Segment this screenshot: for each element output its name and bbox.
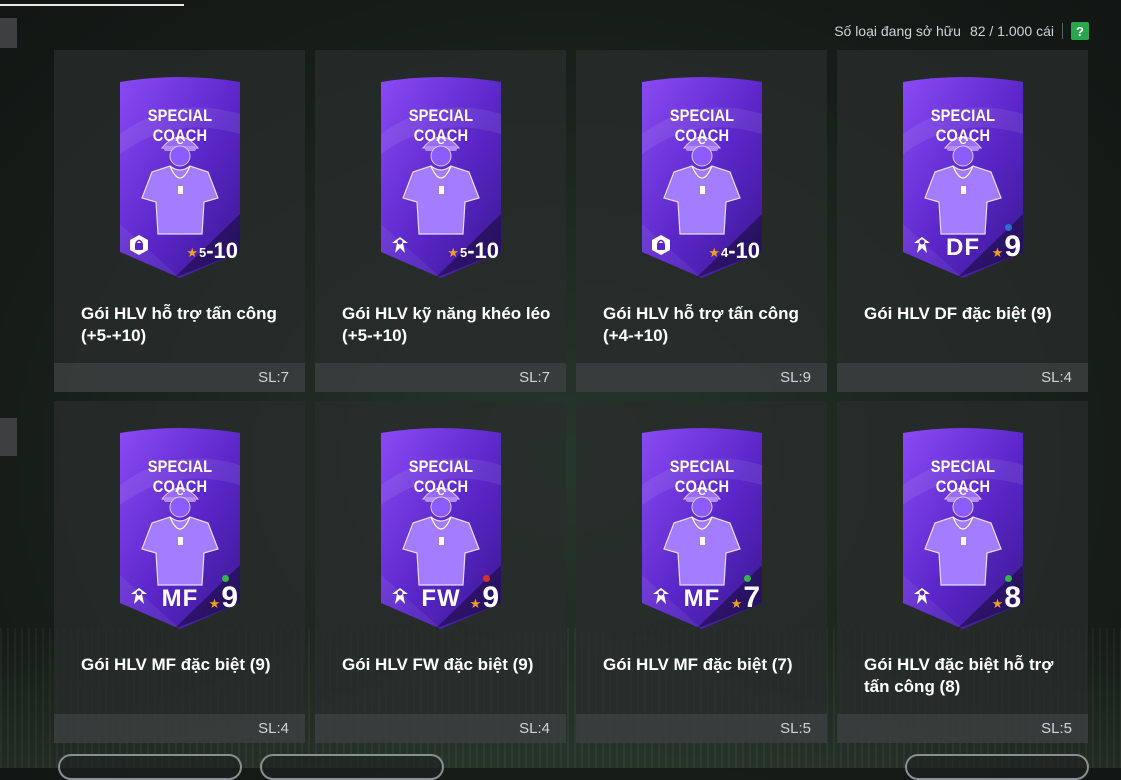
star-icon: ★ [208, 596, 221, 611]
pack-name: Gói HLV FW đặc biệt (9) [342, 655, 534, 674]
card-rating: ★ 7 [731, 583, 760, 613]
top-tab-indicator [0, 4, 184, 6]
rating-value: -10 [467, 238, 499, 263]
skill-badge-icon [128, 585, 150, 607]
card-letter: C [698, 136, 706, 147]
rating-value: 8 [1004, 581, 1021, 614]
pack-name: Gói HLV DF đặc biệt (9) [864, 304, 1052, 323]
coach-pack-tile-8[interactable]: SPECIAL COACH C ★ 8 Gói HLV đặc biệt hỗ … [837, 401, 1088, 743]
pack-name: Gói HLV đặc biệt hỗ trợ tấn công (8) [864, 655, 1054, 696]
card-letter: C [437, 136, 445, 147]
pack-quantity: SL:4 [258, 720, 289, 737]
owned-count: 82 / 1.000 cái [969, 23, 1054, 39]
rating-value: 7 [743, 581, 760, 614]
star-icon: ★ [730, 596, 743, 611]
pack-name: Gói HLV MF đặc biệt (7) [603, 655, 793, 674]
rating-min: 4 [720, 245, 729, 260]
card-letter: C [698, 487, 706, 498]
owned-label: Số loại đang sở hữu [834, 23, 961, 39]
card-rating: ★ 5 -10 [447, 240, 499, 262]
card-letter: C [959, 487, 967, 498]
skill-badge-icon [389, 234, 411, 256]
card-letter: C [176, 136, 184, 147]
divider [1062, 23, 1063, 39]
left-scroll-handle-middle[interactable] [0, 418, 17, 456]
coach-pack-tile-4[interactable]: SPECIAL COACH C DF ★ 9 Gói HLV DF đặc bi… [837, 50, 1088, 392]
coach-pack-tile-2[interactable]: SPECIAL COACH C ★ 5 -10 Gói HLV kỹ năng … [315, 50, 566, 392]
card-rating: ★ 9 [992, 232, 1021, 262]
coach-pack-grid: SPECIAL COACH C ★ 5 -10 Gói HLV hỗ trợ t… [54, 50, 1088, 743]
left-scroll-handle-top[interactable] [0, 18, 17, 48]
star-icon: ★ [991, 245, 1004, 260]
bottom-button-1[interactable] [58, 754, 242, 780]
bottom-button-3[interactable] [905, 754, 1089, 780]
help-button[interactable]: ? [1071, 22, 1089, 40]
star-icon: ★ [991, 596, 1004, 611]
card-rating: ★ 9 [470, 583, 499, 613]
lock-badge-icon [128, 234, 150, 256]
pack-quantity: SL:5 [1041, 720, 1072, 737]
coach-pack-tile-1[interactable]: SPECIAL COACH C ★ 5 -10 Gói HLV hỗ trợ t… [54, 50, 305, 392]
rating-value: -10 [206, 238, 238, 263]
card-letter: C [959, 136, 967, 147]
coach-card: SPECIAL COACH C MF ★ 9 [114, 425, 246, 630]
pack-quantity: SL:7 [519, 369, 550, 386]
owned-info: Số loại đang sở hữu 82 / 1.000 cái ? [834, 20, 1089, 42]
coach-card: SPECIAL COACH C DF ★ 9 [897, 74, 1029, 279]
coach-card: SPECIAL COACH C ★ 4 -10 [636, 74, 768, 279]
rating-min: 5 [459, 245, 468, 260]
coach-pack-tile-3[interactable]: SPECIAL COACH C ★ 4 -10 Gói HLV hỗ trợ t… [576, 50, 827, 392]
card-rating: ★ 8 [992, 583, 1021, 613]
pack-quantity: SL:9 [780, 369, 811, 386]
coach-card: SPECIAL COACH C ★ 5 -10 [375, 74, 507, 279]
coach-card: SPECIAL COACH C FW ★ 9 [375, 425, 507, 630]
skill-badge-icon [911, 234, 933, 256]
star-icon: ★ [469, 596, 482, 611]
skill-badge-icon [650, 585, 672, 607]
coach-card: SPECIAL COACH C ★ 5 -10 [114, 74, 246, 279]
rating-value: 9 [221, 581, 238, 614]
pack-name: Gói HLV hỗ trợ tấn công (+5-+10) [81, 304, 277, 345]
star-icon: ★ [708, 245, 720, 260]
star-icon: ★ [447, 245, 459, 260]
coach-card: SPECIAL COACH C MF ★ 7 [636, 425, 768, 630]
coach-pack-tile-5[interactable]: SPECIAL COACH C MF ★ 9 Gói HLV MF đặc bi… [54, 401, 305, 743]
rating-value: 9 [482, 581, 499, 614]
card-rating: ★ 4 -10 [708, 240, 760, 262]
coach-card: SPECIAL COACH C ★ 8 [897, 425, 1029, 630]
card-rating: ★ 5 -10 [186, 240, 238, 262]
card-rating: ★ 9 [209, 583, 238, 613]
bottom-button-2[interactable] [260, 754, 444, 780]
lock-badge-icon [650, 234, 672, 256]
pack-name: Gói HLV MF đặc biệt (9) [81, 655, 271, 674]
coach-pack-tile-7[interactable]: SPECIAL COACH C MF ★ 7 Gói HLV MF đặc bi… [576, 401, 827, 743]
pack-name: Gói HLV kỹ năng khéo léo (+5-+10) [342, 304, 551, 345]
pack-quantity: SL:4 [519, 720, 550, 737]
rating-value: 9 [1004, 230, 1021, 263]
skill-badge-icon [389, 585, 411, 607]
skill-badge-icon [911, 585, 933, 607]
rating-min: 5 [198, 245, 207, 260]
pack-quantity: SL:4 [1041, 369, 1072, 386]
pack-quantity: SL:5 [780, 720, 811, 737]
star-icon: ★ [186, 245, 198, 260]
pack-quantity: SL:7 [258, 369, 289, 386]
card-letter: C [176, 487, 184, 498]
rating-value: -10 [728, 238, 760, 263]
coach-pack-tile-6[interactable]: SPECIAL COACH C FW ★ 9 Gói HLV FW đặc bi… [315, 401, 566, 743]
card-letter: C [437, 487, 445, 498]
pack-name: Gói HLV hỗ trợ tấn công (+4-+10) [603, 304, 799, 345]
